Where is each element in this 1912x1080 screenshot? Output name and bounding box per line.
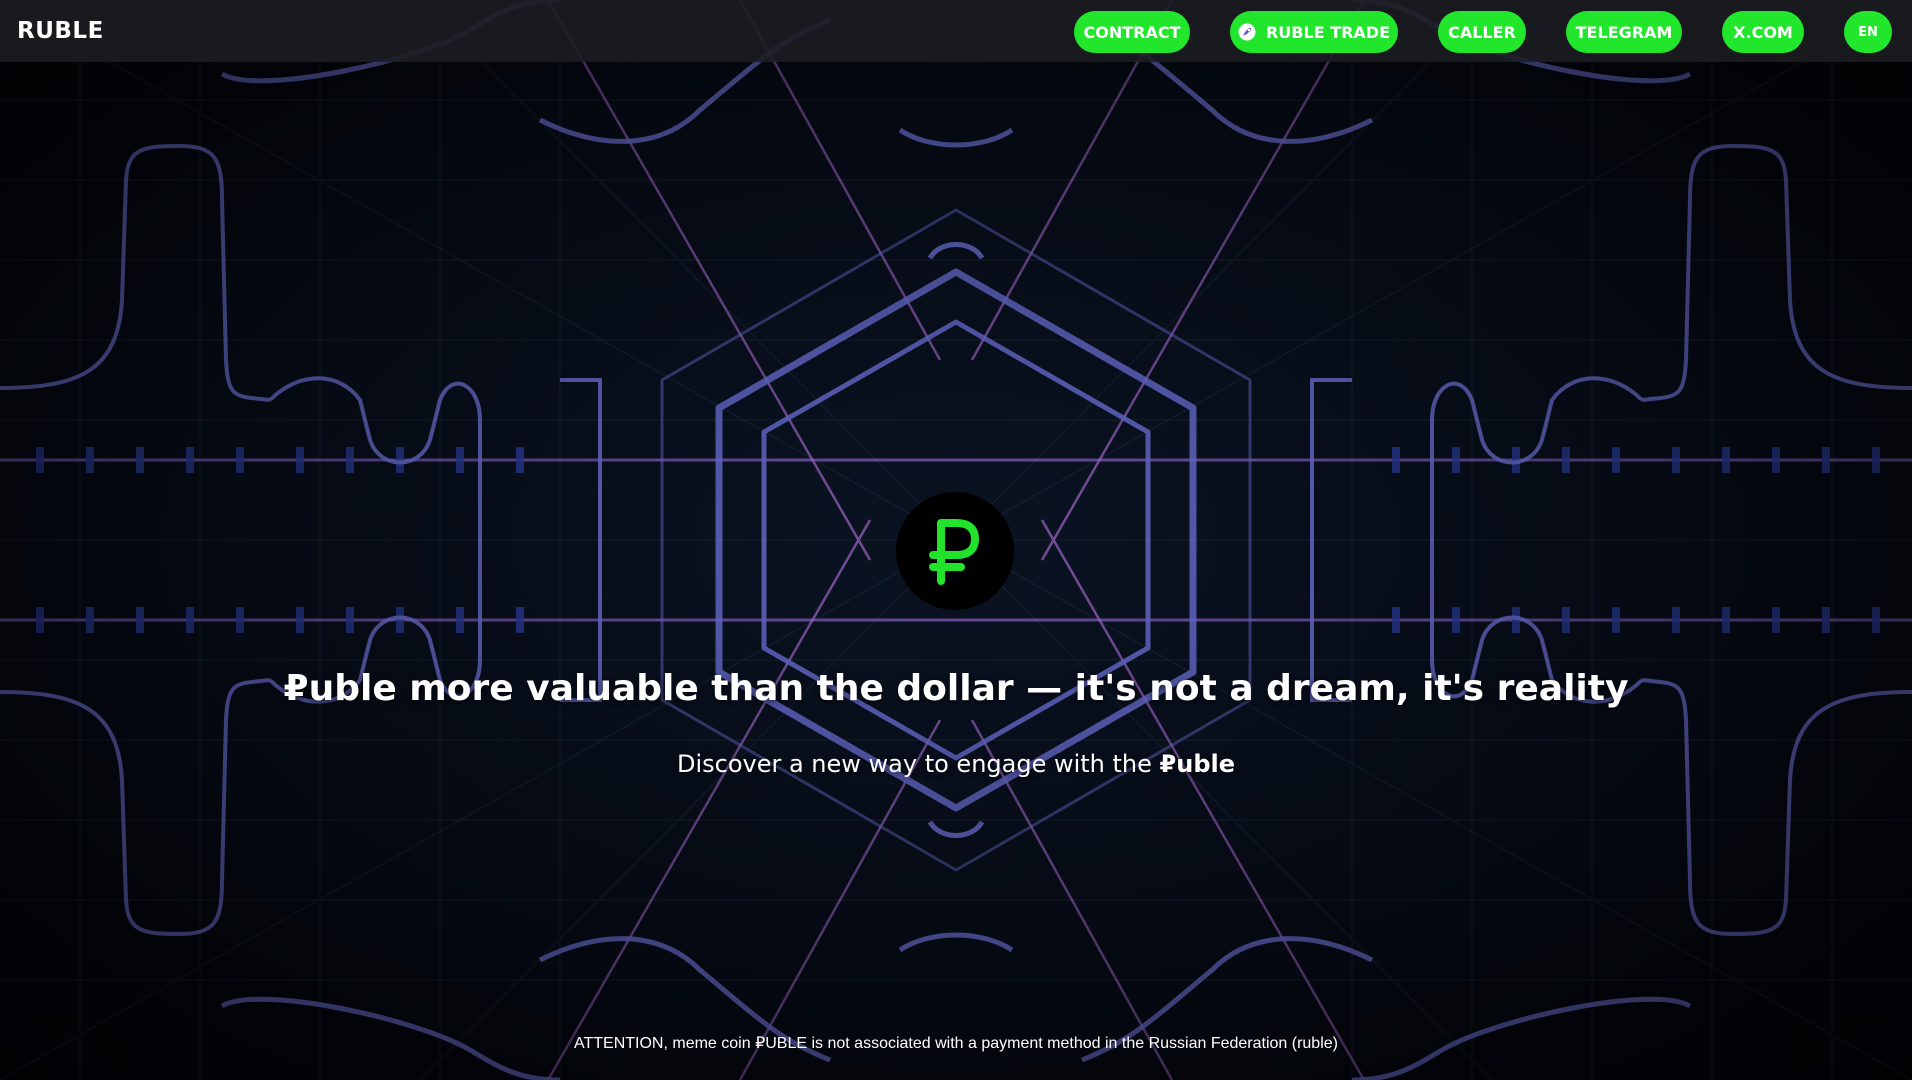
subheadline-brand: ₽uble — [1159, 750, 1236, 778]
xcom-button[interactable]: X.COM — [1722, 11, 1804, 53]
headline-text: more valuable than the dollar — it's not… — [396, 668, 1629, 709]
ruble-trade-button[interactable]: RUBLE TRADE — [1230, 11, 1398, 53]
hero-headline: ₽uble more valuable than the dollar — it… — [0, 668, 1912, 709]
page-root: RUBLE CONTRACT RUBLE TRADE CALLER TELEGR… — [0, 0, 1912, 1080]
xcom-button-label: X.COM — [1733, 22, 1793, 42]
attention-disclaimer: ATTENTION, meme coin ₽UBLE is not associ… — [574, 1035, 1338, 1052]
caller-button[interactable]: CALLER — [1438, 11, 1526, 53]
ruble-sign-icon — [929, 519, 979, 585]
contract-button[interactable]: CONTRACT — [1074, 11, 1190, 53]
top-navbar: RUBLE CONTRACT RUBLE TRADE CALLER TELEGR… — [0, 0, 1912, 62]
caller-button-label: CALLER — [1448, 22, 1516, 42]
telegram-button-label: TELEGRAM — [1575, 22, 1673, 42]
brand-logo-text[interactable]: RUBLE — [17, 0, 104, 62]
contract-button-label: CONTRACT — [1083, 22, 1181, 42]
headline-brand: ₽uble — [283, 668, 397, 709]
hero-subheadline: Discover a new way to engage with the ₽u… — [0, 750, 1912, 778]
telegram-button[interactable]: TELEGRAM — [1566, 11, 1682, 53]
rocket-icon — [1238, 23, 1256, 41]
ruble-logo — [896, 492, 1014, 610]
language-button-label: EN — [1858, 24, 1878, 40]
ruble-trade-button-label: RUBLE TRADE — [1265, 22, 1391, 42]
language-button[interactable]: EN — [1844, 11, 1892, 53]
subheadline-text: Discover a new way to engage with the — [676, 750, 1160, 778]
